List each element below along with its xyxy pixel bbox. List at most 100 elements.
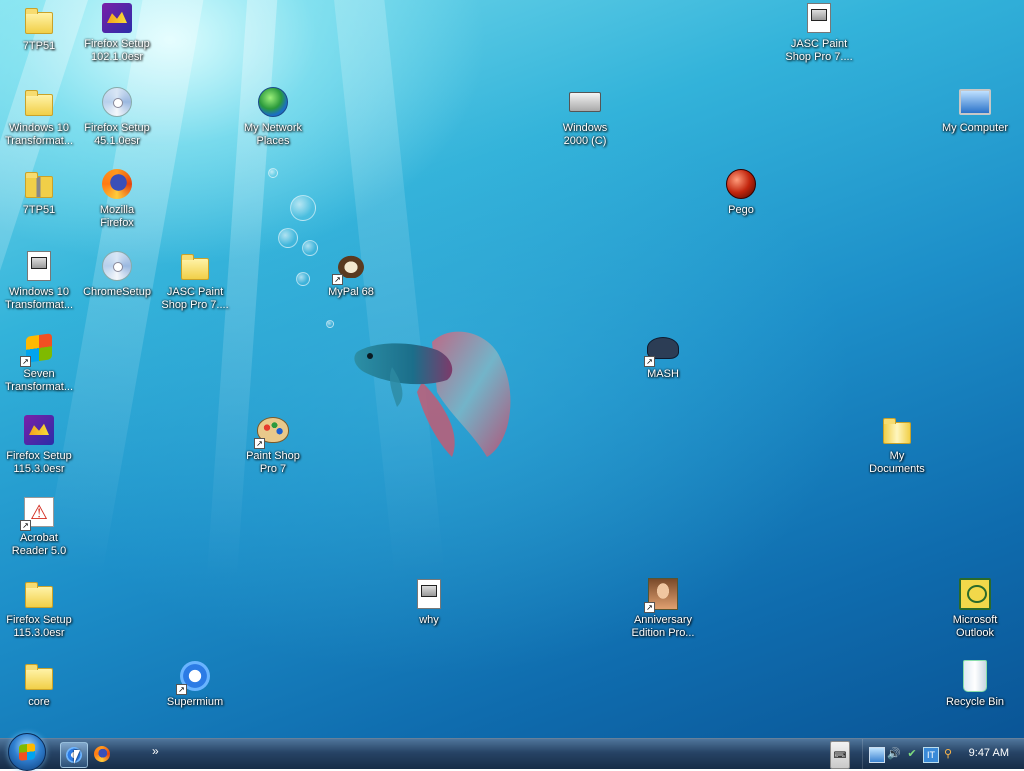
icon-label: Firefox Setup 115.3.0esr bbox=[6, 614, 72, 639]
desktop-icon-supermium[interactable]: ↗ Supermium bbox=[156, 660, 234, 709]
installer-box-icon bbox=[102, 3, 132, 33]
bubble bbox=[278, 228, 298, 248]
icon-label: MASH bbox=[647, 368, 679, 380]
desktop-icon-anniversary-edition[interactable]: ↗ Anniversary Edition Pro... bbox=[624, 578, 702, 640]
icon-label: Pego bbox=[728, 204, 754, 216]
desktop-icon-seven-transformation[interactable]: ↗ Seven Transformat... bbox=[0, 332, 78, 394]
desktop-icon-my-documents[interactable]: My Documents bbox=[858, 414, 936, 476]
shortcut-arrow-icon: ↗ bbox=[644, 602, 655, 613]
desktop-icon-mypal[interactable]: ↗ MyPal 68 bbox=[312, 250, 390, 299]
firefox-icon bbox=[102, 169, 132, 199]
red-ball-icon bbox=[726, 169, 756, 199]
desktop-icon-recycle-bin[interactable]: Recycle Bin bbox=[936, 660, 1014, 709]
notepad-doc-icon bbox=[417, 579, 441, 609]
desktop-icon-pego[interactable]: Pego bbox=[702, 168, 780, 217]
firefox-icon bbox=[94, 746, 110, 762]
icon-label: Supermium bbox=[166, 696, 224, 708]
outlook-icon bbox=[959, 578, 991, 610]
folder-icon bbox=[25, 90, 53, 116]
desktop-icon-mozilla-firefox[interactable]: Mozilla Firefox bbox=[78, 168, 156, 230]
search-icon[interactable]: ⚲ bbox=[941, 747, 955, 761]
desktop-icon-acrobat-reader[interactable]: ↗ Acrobat Reader 5.0 bbox=[0, 496, 78, 558]
icon-label: Windows 10 Transformat... bbox=[4, 122, 74, 147]
icon-label: why bbox=[419, 614, 439, 626]
icon-label: Anniversary Edition Pro... bbox=[631, 614, 695, 639]
desktop-icon-paint-shop-pro[interactable]: ↗ Paint Shop Pro 7 bbox=[234, 414, 312, 476]
shortcut-arrow-icon: ↗ bbox=[644, 356, 655, 367]
desktop-icon-core[interactable]: core bbox=[0, 660, 78, 709]
desktop-icon-my-network-places[interactable]: My Network Places bbox=[234, 86, 312, 148]
icon-label: Windows 10 Transformat... bbox=[4, 286, 74, 311]
taskbar: » ⌨ 🔊 ✔ IT ⚲ 9:47 AM bbox=[0, 733, 1024, 771]
documents-folder-icon bbox=[883, 418, 911, 444]
mouse-cursor bbox=[74, 750, 80, 764]
icon-label: 7TP51 bbox=[22, 40, 56, 52]
desktop-icon-firefox-setup-102[interactable]: Firefox Setup 102.1.0esr bbox=[78, 2, 156, 64]
icon-label: My Documents bbox=[869, 450, 925, 475]
icon-label: Firefox Setup 45.1.0esr bbox=[84, 122, 150, 147]
bubble bbox=[326, 320, 334, 328]
start-orb-icon bbox=[19, 743, 35, 761]
start-button[interactable] bbox=[8, 733, 46, 771]
icon-label: JASC Paint Shop Pro 7.... bbox=[161, 286, 229, 311]
shortcut-arrow-icon: ↗ bbox=[332, 274, 343, 285]
shortcut-arrow-icon: ↗ bbox=[20, 520, 31, 531]
desktop-icon-chromesetup[interactable]: ChromeSetup bbox=[78, 250, 156, 299]
icon-label: JASC Paint Shop Pro 7.... bbox=[785, 38, 853, 63]
ime-icon[interactable]: IT bbox=[923, 747, 939, 763]
quick-launch-overflow-chevron[interactable]: » bbox=[152, 744, 159, 758]
desktop-icon-7tp51-folder[interactable]: 7TP51 bbox=[0, 4, 78, 53]
desktop-icon-jasc-paint-shop-folder[interactable]: JASC Paint Shop Pro 7.... bbox=[156, 250, 234, 312]
icon-label: Mozilla Firefox bbox=[99, 204, 135, 229]
zip-folder-icon bbox=[25, 172, 53, 198]
icon-label: Microsoft Outlook bbox=[952, 614, 998, 639]
clock[interactable]: 9:47 AM bbox=[969, 747, 1009, 759]
computer-icon bbox=[959, 89, 991, 115]
quick-launch-firefox[interactable] bbox=[89, 742, 115, 766]
desktop-icon-windows-2000-drive[interactable]: Windows 2000 (C) bbox=[546, 86, 624, 148]
desktop-icon-my-computer[interactable]: My Computer bbox=[936, 86, 1014, 135]
recycle-bin-icon bbox=[963, 660, 987, 692]
shield-icon[interactable]: ✔ bbox=[905, 747, 919, 761]
icon-label: Windows 2000 (C) bbox=[562, 122, 608, 147]
icon-label: Firefox Setup 102.1.0esr bbox=[84, 38, 150, 63]
folder-icon bbox=[25, 664, 53, 690]
network-icon[interactable] bbox=[869, 747, 885, 763]
desktop-icon-7tp51-zip[interactable]: 7TP51 bbox=[0, 168, 78, 217]
bubble bbox=[268, 168, 278, 178]
desktop-icon-jasc-paint-shop-doc[interactable]: JASC Paint Shop Pro 7.... bbox=[780, 2, 858, 64]
icon-label: ChromeSetup bbox=[83, 286, 151, 298]
installer-box-icon bbox=[24, 415, 54, 445]
desktop-icon-microsoft-outlook[interactable]: Microsoft Outlook bbox=[936, 578, 1014, 640]
desktop-icon-why[interactable]: why bbox=[390, 578, 468, 627]
desktop-icon-mash[interactable]: ↗ MASH bbox=[624, 332, 702, 381]
bubble bbox=[296, 272, 310, 286]
desktop-icon-firefox-setup-115-folder[interactable]: Firefox Setup 115.3.0esr bbox=[0, 578, 78, 640]
volume-icon[interactable]: 🔊 bbox=[887, 747, 901, 761]
desktop-icon-windows10-transformation-doc[interactable]: Windows 10 Transformat... bbox=[0, 250, 78, 312]
icon-label: Seven Transformat... bbox=[4, 368, 74, 393]
icon-label: MyPal 68 bbox=[328, 286, 374, 298]
cd-installer-icon bbox=[102, 87, 132, 117]
desktop[interactable]: 7TP51 Windows 10 Transformat... 7TP51 Wi… bbox=[0, 0, 1024, 738]
desktop-icon-firefox-setup-45[interactable]: Firefox Setup 45.1.0esr bbox=[78, 86, 156, 148]
bubble bbox=[290, 195, 316, 221]
folder-icon bbox=[181, 254, 209, 280]
language-bar-button[interactable]: ⌨ bbox=[830, 741, 850, 769]
shortcut-arrow-icon: ↗ bbox=[20, 356, 31, 367]
betta-fish-wallpaper bbox=[354, 331, 511, 457]
desktop-icon-firefox-setup-115-box[interactable]: Firefox Setup 115.3.0esr bbox=[0, 414, 78, 476]
icon-label: My Computer bbox=[941, 122, 1009, 134]
folder-icon bbox=[25, 8, 53, 34]
icon-label: Recycle Bin bbox=[945, 696, 1005, 708]
cd-installer-icon bbox=[102, 251, 132, 281]
desktop-icon-windows10-transformation-folder[interactable]: Windows 10 Transformat... bbox=[0, 86, 78, 148]
folder-icon bbox=[25, 582, 53, 608]
document-icon bbox=[27, 251, 51, 281]
system-tray: 🔊 ✔ IT ⚲ 9:47 AM bbox=[862, 739, 1024, 769]
document-icon bbox=[807, 3, 831, 33]
icon-label: core bbox=[28, 696, 50, 708]
icon-label: Acrobat Reader 5.0 bbox=[11, 532, 67, 557]
shortcut-arrow-icon: ↗ bbox=[176, 684, 187, 695]
icon-label: My Network Places bbox=[243, 122, 303, 147]
